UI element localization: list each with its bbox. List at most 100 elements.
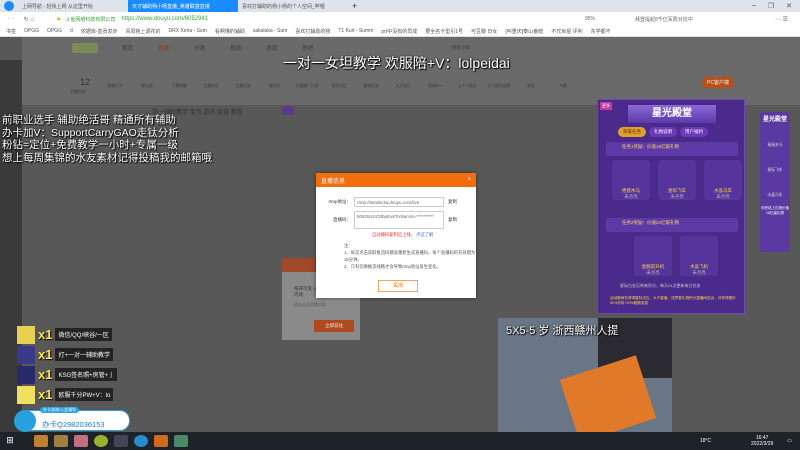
copy-rtmp-button[interactable]: 复制 (448, 199, 457, 205)
copy-key-button[interactable]: 复制 (448, 217, 457, 223)
note-title: 注： (344, 243, 353, 248)
toolbar-item[interactable]: 粉丝 (518, 70, 544, 89)
toolbar-item[interactable]: 弹出器 (134, 70, 160, 89)
temperature: 18°C (699, 438, 712, 444)
bookmark[interactable]: DRX Keria - Sum (169, 28, 207, 34)
note-line: 1、每次点击获取推流码都会重新生成直播码，每个直播码的有效期为15分钟。 (344, 250, 476, 262)
menu-icon[interactable]: ⋯ ☰ (775, 16, 788, 23)
app-icon[interactable] (94, 435, 108, 447)
gift-row: x1 KSG签名照+房管+亅 (17, 365, 118, 384)
overlay-line: 想上每周集锦的水友素材记得投稿我的邮箱哦 (2, 151, 212, 164)
gift-card[interactable]: 星舰前升机 未点亮 (634, 236, 672, 276)
nav-video[interactable]: 视频 (230, 44, 241, 52)
behind-popup-hint: 进击无法观看内容 (294, 302, 326, 307)
wechat-icon[interactable] (154, 435, 168, 447)
toolbar-item[interactable]: 下播提醒 (166, 70, 192, 89)
key-label: 直播码： (333, 217, 351, 222)
dialog-close-icon[interactable]: × (467, 177, 471, 183)
rtmp-label: rtmp地址： (328, 199, 352, 204)
nav-live[interactable]: 直播 (158, 44, 169, 52)
app-icon[interactable] (74, 435, 88, 447)
live-info-dialog: 直播信息 × rtmp地址： rtmp://sendtc3a.douyu.com/l… (316, 173, 476, 298)
bookmark[interactable]: 可豆瓣 日女 (471, 28, 497, 35)
bookmark[interactable]: 看啊懂的辅助 (215, 28, 245, 35)
nav-game[interactable]: 游戏 (266, 44, 277, 52)
app-icon[interactable] (174, 435, 188, 447)
reload-icon[interactable]: ↻ ⌂ (24, 16, 34, 23)
gift-card[interactable]: 星际飞车 未点亮 (658, 160, 696, 200)
douyu-logo[interactable] (72, 43, 98, 53)
notification-icon[interactable]: ▭ (787, 438, 792, 444)
bookmark[interactable]: T1 Kurl - Summ (338, 28, 373, 34)
pc-client-button[interactable]: PC客户端 (702, 77, 734, 88)
event-bottom-note: 活动期间在获得星际光石，大于星值，送梦星礼物积分直播间送出，可获得额外50%折扣… (610, 296, 736, 305)
url-input[interactable]: https://www.douyu.com/6052941 (121, 16, 208, 22)
browser-search[interactable]: 拜登提起8千亿军费对抗中 (635, 16, 715, 23)
gift-row: x1 打+一对一辅助教学 (17, 345, 117, 364)
nav-home[interactable]: 首页 (122, 44, 133, 52)
windows-start-icon[interactable]: ⊞ (3, 435, 17, 447)
tab-bilibili[interactable]: 喜欢打辅助的杨小杨的个人空间_哔哩 (238, 0, 348, 12)
qq-browser-icon[interactable] (134, 435, 148, 447)
close-window-button[interactable]: ✕ (786, 2, 792, 10)
qq-text: 办卡Q2982036153 (42, 420, 105, 429)
clock-date: 2022/3/29 (751, 441, 774, 447)
obs-icon[interactable] (114, 435, 128, 447)
bookmark[interactable]: 不冗世屋 评利 (551, 28, 582, 35)
address-bar: ‹ › ↻ ⌂ ★ 斗鱼网络科技有限公司 https://www.douyu.c… (0, 12, 800, 26)
bookmark[interactable]: d (70, 28, 73, 34)
note-line: 2、只有切换推流线路才会导致rtmp地址发生变化。 (344, 264, 441, 269)
tab-nav[interactable]: 上网导航 - 轻快上网 从这里开始 (18, 0, 128, 12)
side-item: 星际飞车 (767, 168, 783, 172)
toolbar-item[interactable]: 主播红包 (198, 70, 224, 89)
bookmark[interactable]: 喜欢打辅助的杨 (295, 28, 330, 35)
zoom-level[interactable]: 95% (585, 16, 595, 22)
left-overlay-text: 前职业选手 辅助绝活哥 精通所有辅助 办卡加V：SupportCarryGAO走… (2, 114, 212, 164)
go-now-button[interactable]: 立即前往 (314, 320, 354, 332)
back-icon[interactable]: ‹ › (8, 16, 14, 22)
toolbar-item[interactable]: 书籍 (550, 70, 576, 89)
side-title: 星光殿堂 (762, 117, 787, 123)
gift-card[interactable]: 摇摇木马 未点亮 (612, 160, 650, 200)
stream-key-input[interactable]: 6052941rO3bpEx8?txSecret=********** (354, 211, 444, 229)
tab-douyu[interactable]: 天才辅助杨小杨直播_英雄联盟直播 (128, 0, 238, 12)
nav-category[interactable]: 分类 (194, 44, 205, 52)
event-tab[interactable]: 礼物说明 (649, 127, 677, 137)
browser-logo-icon (4, 1, 14, 11)
bookmark[interactable]: [叫重庆]泰山番暗 (505, 28, 543, 35)
bookmark[interactable]: 青阳拖上源花的 (126, 28, 161, 35)
learn-more-link[interactable]: 点这了解 (416, 232, 433, 237)
lol-icon[interactable] (54, 435, 68, 447)
dialog-title: 直播信息 (321, 178, 346, 185)
event-tab[interactable]: 荣誉任务 (618, 127, 646, 137)
bookmark[interactable]: OPGG (24, 28, 39, 34)
event-tab[interactable]: 用户福利 (680, 127, 708, 137)
bookmark[interactable]: OPGG (47, 28, 62, 34)
new-tab-button[interactable]: + (352, 1, 357, 11)
bookmark[interactable]: prt中没有的员成 (381, 28, 417, 35)
bookmark[interactable]: 东学都不 (591, 28, 611, 35)
maximize-button[interactable]: ❐ (768, 2, 774, 10)
toolbar-item[interactable]: 直播开关 (102, 70, 128, 89)
overlay-line: 粉钻=定位+免费教学一小时+专属一级 (2, 139, 178, 151)
bookmark[interactable]: 依据库-盒贡发步 (81, 28, 118, 35)
minimize-button[interactable]: – (752, 2, 756, 10)
tag (282, 106, 294, 115)
search-input[interactable]: 搜索小杨 (452, 45, 470, 51)
rtmp-input[interactable]: rtmp://sendtc3a.douyu.com/live (354, 197, 444, 207)
qq-header: 办卡咨询/入会福利 (40, 407, 80, 413)
gift-card[interactable]: 水晶马车 未点亮 (704, 160, 742, 200)
close-button[interactable]: 关闭 (378, 280, 418, 292)
nav-fishbar[interactable]: 鱼吧 (302, 44, 313, 52)
side-event-widget[interactable]: 星光殿堂 摇摇木马 星际飞车 水晶马车 你完成上礼物价值18亿级礼物 (760, 112, 790, 252)
app-icon[interactable] (34, 435, 48, 447)
task-1: 任务1奖励：价值18亿级礼物 (606, 142, 738, 156)
bookmark[interactable]: sakalaka - Sum (253, 28, 287, 34)
toolbar-item[interactable]: 主播任务 (230, 70, 256, 89)
more-badge[interactable]: 更多 (600, 102, 612, 110)
bookmark[interactable]: 要全名卡型引1号 (425, 28, 463, 35)
cam-caption: 5X5-5 岁 浙西赣州人提 (506, 325, 619, 337)
bookmark[interactable]: 书签 (6, 28, 16, 35)
star-icon[interactable]: ★ (56, 16, 61, 23)
gift-card[interactable]: 水晶飞机 未点亮 (680, 236, 718, 276)
